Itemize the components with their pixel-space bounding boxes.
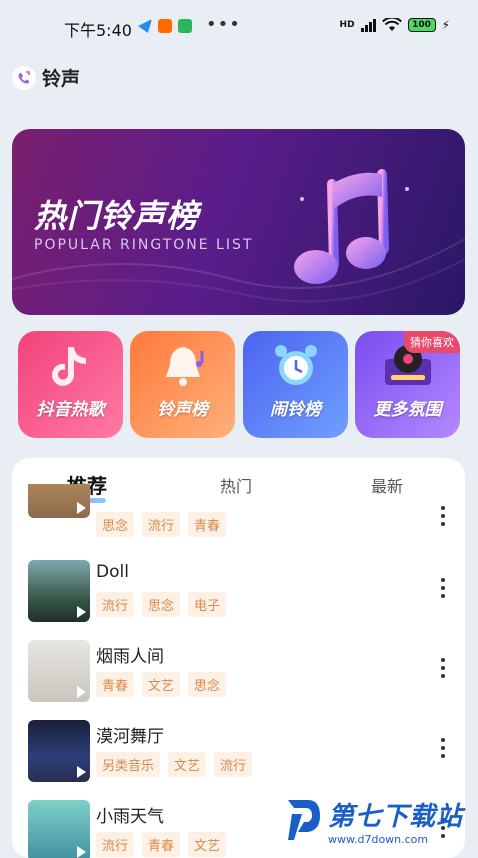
tile-ringtone-chart[interactable]: 铃声榜 <box>130 331 235 438</box>
tag-list: 另类音乐 文艺 流行 <box>96 752 253 777</box>
tile-alarm-chart[interactable]: 闹铃榜 <box>243 331 348 438</box>
play-icon[interactable] <box>77 766 86 778</box>
hot-ringtone-banner[interactable]: 热门铃声榜 POPULAR RINGTONE LIST <box>12 129 465 315</box>
tag[interactable]: 思念 <box>188 672 227 697</box>
status-time: 下午5:40 <box>64 21 132 40</box>
play-icon[interactable] <box>77 686 86 698</box>
tag[interactable]: 另类音乐 <box>96 752 161 777</box>
banner-subtitle: POPULAR RINGTONE LIST <box>34 237 254 253</box>
tag[interactable]: 流行 <box>96 832 135 857</box>
tag[interactable]: 流行 <box>214 752 253 777</box>
song-title: Doll <box>96 562 129 582</box>
network-type: HD <box>339 20 355 30</box>
play-icon[interactable] <box>77 606 86 618</box>
music-note-icon <box>294 169 389 284</box>
douyin-icon <box>52 347 86 386</box>
tag[interactable]: 电子 <box>188 592 227 617</box>
tag[interactable]: 思念 <box>142 592 181 617</box>
song-cover <box>28 640 90 702</box>
tag-list: 流行 思念 电子 <box>96 592 227 617</box>
song-cover <box>28 484 90 518</box>
site-watermark: 第七下载站 www.d7down.com <box>286 796 463 846</box>
tile-label: 铃声榜 <box>157 400 208 420</box>
more-options-icon[interactable] <box>441 506 445 530</box>
tile-label: 抖音热歌 <box>36 400 105 420</box>
page-title: 铃声 <box>42 68 81 90</box>
tile-label: 闹铃榜 <box>270 400 321 420</box>
category-tiles: 抖音热歌 铃声榜 闹铃榜 猜你喜欢 更多氛围 <box>18 331 461 438</box>
watermark-url: www.d7down.com <box>328 833 429 846</box>
tag[interactable]: 文艺 <box>188 832 227 857</box>
guess-you-like-badge: 猜你喜欢 <box>404 331 460 353</box>
battery-icon: 100 <box>407 18 436 32</box>
song-title: 小雨天气 <box>96 807 164 827</box>
tile-douyin-hot[interactable]: 抖音热歌 <box>18 331 123 438</box>
more-notifications-icon: ••• <box>206 14 241 35</box>
tag[interactable]: 青春 <box>96 672 135 697</box>
tag[interactable]: 青春 <box>142 832 181 857</box>
tag-list: 思念 流行 青春 <box>96 512 227 537</box>
song-cover <box>28 720 90 782</box>
watermark-name: 第七下载站 <box>328 802 464 832</box>
alarm-clock-icon <box>275 345 317 385</box>
send-icon <box>138 19 152 33</box>
tag-list: 青春 文艺 思念 <box>96 672 227 697</box>
list-item[interactable]: 思念 流行 青春 <box>12 484 465 542</box>
more-options-icon[interactable] <box>441 658 445 682</box>
mi-icon <box>158 19 172 33</box>
list-item[interactable]: Doll 流行 思念 电子 <box>12 560 465 632</box>
tile-more-mood[interactable]: 猜你喜欢 更多氛围 <box>355 331 460 438</box>
signal-icon <box>360 18 376 32</box>
play-icon[interactable] <box>77 846 86 858</box>
banner-title: 热门铃声榜 <box>34 197 200 235</box>
charging-icon: ⚡ <box>441 18 450 32</box>
more-options-icon[interactable] <box>441 738 445 762</box>
tag[interactable]: 思念 <box>96 512 135 537</box>
list-item[interactable]: 漠河舞厅 另类音乐 文艺 流行 <box>12 720 465 792</box>
wifi-icon <box>381 18 402 31</box>
d7down-logo-icon <box>288 800 320 840</box>
tile-label: 更多氛围 <box>373 400 442 420</box>
song-title: 烟雨人间 <box>96 647 164 667</box>
more-options-icon[interactable] <box>441 578 445 602</box>
app-header: 铃声 <box>12 64 80 91</box>
status-bar: 下午5:40 ••• HD 100 ⚡ <box>0 0 478 52</box>
list-item[interactable]: 烟雨人间 青春 文艺 思念 <box>12 640 465 712</box>
bell-icon <box>166 347 204 386</box>
play-icon[interactable] <box>77 502 86 514</box>
tag[interactable]: 流行 <box>142 512 181 537</box>
song-title: 漠河舞厅 <box>96 727 164 747</box>
wechat-icon <box>178 19 192 33</box>
song-cover <box>28 800 90 858</box>
tag[interactable]: 流行 <box>96 592 135 617</box>
tag[interactable]: 文艺 <box>142 672 181 697</box>
tag[interactable]: 青春 <box>188 512 227 537</box>
tag[interactable]: 文艺 <box>168 752 207 777</box>
notification-icons <box>138 19 192 33</box>
ringtone-logo-icon <box>12 65 36 90</box>
song-cover <box>28 560 90 622</box>
tag-list: 流行 青春 文艺 <box>96 832 227 857</box>
